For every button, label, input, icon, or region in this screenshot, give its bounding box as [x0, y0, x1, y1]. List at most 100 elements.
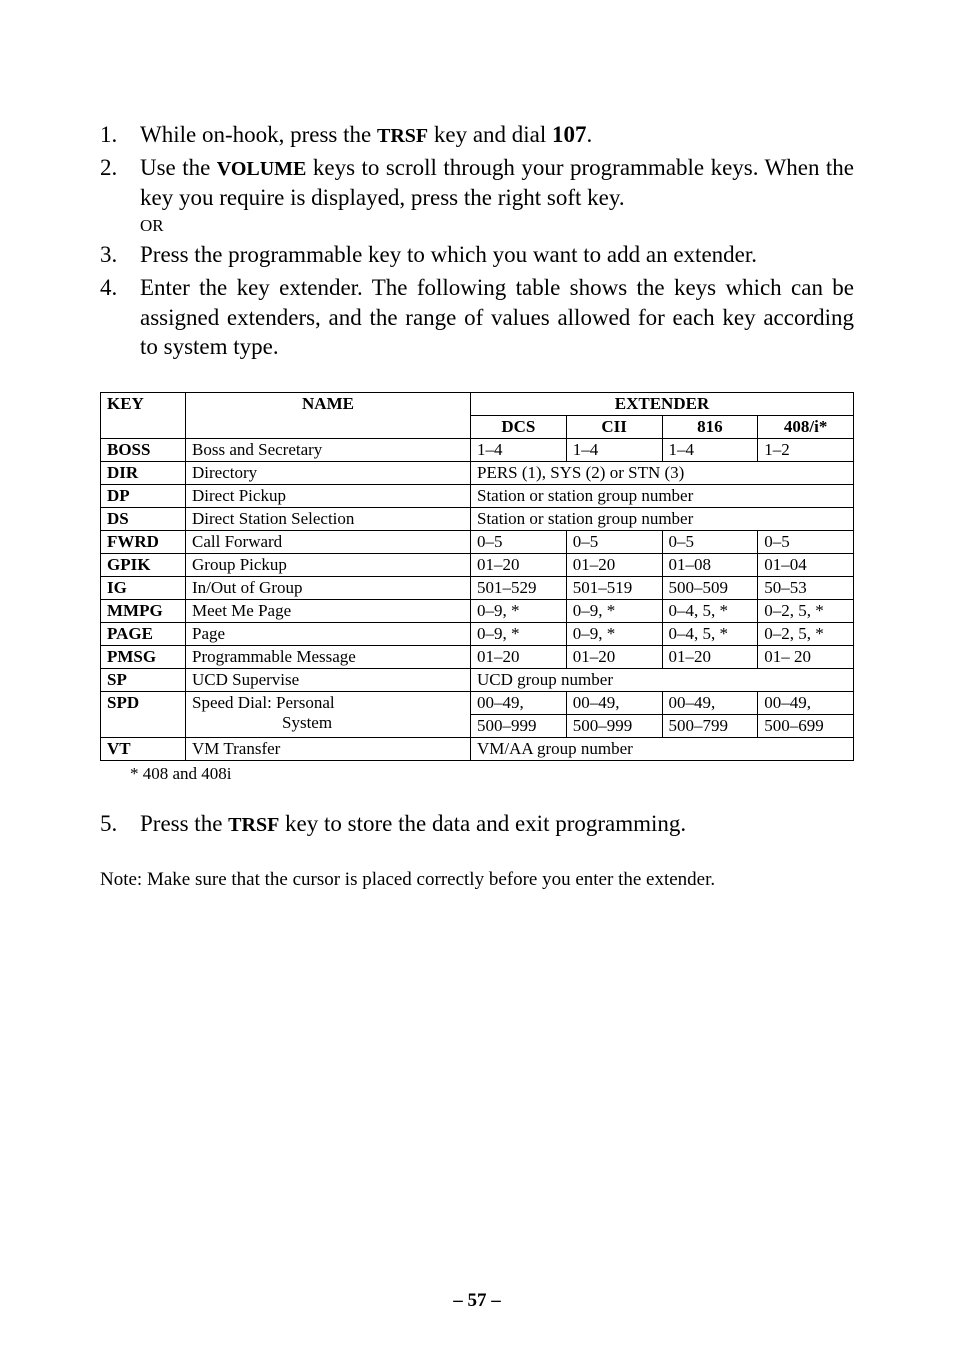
extender-cell: 0–5	[566, 531, 662, 554]
name-cell: Call Forward	[186, 531, 471, 554]
header-dcs: DCS	[471, 416, 567, 439]
header-key: KEY	[101, 393, 186, 439]
table-row: DSDirect Station SelectionStation or sta…	[101, 508, 854, 531]
table-row: GPIKGroup Pickup01–2001–2001–0801–04	[101, 554, 854, 577]
extender-cell: 01–20	[566, 554, 662, 577]
key-cell: DP	[101, 485, 186, 508]
name-cell: UCD Supervise	[186, 669, 471, 692]
table-row: MMPGMeet Me Page0–9, *0–9, *0–4, 5, *0–2…	[101, 600, 854, 623]
extender-cell: 01–04	[758, 554, 854, 577]
step-content: Press the TRSF key to store the data and…	[140, 809, 854, 839]
name-cell: In/Out of Group	[186, 577, 471, 600]
extender-cell: 0–4, 5, *	[662, 600, 758, 623]
table-row: BOSSBoss and Secretary1–41–41–41–2	[101, 439, 854, 462]
extender-cell: 0–2, 5, *	[758, 623, 854, 646]
key-cell: IG	[101, 577, 186, 600]
instructions-list: 1.While on-hook, press the TRSF key and …	[100, 120, 854, 362]
note-text: Note: Make sure that the cursor is place…	[100, 869, 854, 891]
key-cell: SPD	[101, 692, 186, 738]
extender-span-cell: Station or station group number	[471, 485, 854, 508]
header-extender: EXTENDER	[471, 393, 854, 416]
extender-cell: 500–509	[662, 577, 758, 600]
table-row: PAGEPage0–9, *0–9, *0–4, 5, *0–2, 5, *	[101, 623, 854, 646]
key-cell: BOSS	[101, 439, 186, 462]
key-cell: VT	[101, 738, 186, 761]
extender-span-cell: VM/AA group number	[471, 738, 854, 761]
name-cell: Boss and Secretary	[186, 439, 471, 462]
extender-span-cell: UCD group number	[471, 669, 854, 692]
step-number: 4.	[100, 273, 140, 363]
extender-table: KEY NAME EXTENDER DCS CII 816 408/i* BOS…	[100, 392, 854, 761]
extender-cell: 50–53	[758, 577, 854, 600]
name-cell: Speed Dial: PersonalSystem	[186, 692, 471, 738]
extender-cell: 0–5	[471, 531, 567, 554]
extender-cell: 501–529	[471, 577, 567, 600]
extender-cell: 00–49,	[566, 692, 662, 715]
extender-cell: 0–5	[662, 531, 758, 554]
step-content: Enter the key extender. The following ta…	[140, 273, 854, 363]
key-cell: GPIK	[101, 554, 186, 577]
extender-cell: 00–49,	[471, 692, 567, 715]
extender-cell: 00–49,	[662, 692, 758, 715]
step-content: Use the VOLUME keys to scroll through yo…	[140, 153, 854, 237]
extender-span-cell: Station or station group number	[471, 508, 854, 531]
extender-cell: 0–9, *	[471, 623, 567, 646]
extender-cell: 0–9, *	[471, 600, 567, 623]
extender-cell: 01–20	[471, 554, 567, 577]
extender-cell: 500–999	[471, 715, 567, 738]
name-cell: VM Transfer	[186, 738, 471, 761]
extender-cell: 1–4	[662, 439, 758, 462]
extender-cell: 1–4	[471, 439, 567, 462]
name-cell: Direct Pickup	[186, 485, 471, 508]
extender-cell: 0–9, *	[566, 623, 662, 646]
extender-cell: 500–799	[662, 715, 758, 738]
header-408: 408/i*	[758, 416, 854, 439]
table-row: VTVM TransferVM/AA group number	[101, 738, 854, 761]
step-content: Press the programmable key to which you …	[140, 240, 854, 270]
header-816: 816	[662, 416, 758, 439]
step-5-list: 5. Press the TRSF key to store the data …	[100, 809, 854, 839]
extender-cell: 1–4	[566, 439, 662, 462]
key-cell: DIR	[101, 462, 186, 485]
table-row: DIRDirectoryPERS (1), SYS (2) or STN (3)	[101, 462, 854, 485]
table-row: DPDirect PickupStation or station group …	[101, 485, 854, 508]
key-cell: MMPG	[101, 600, 186, 623]
extender-cell: 1–2	[758, 439, 854, 462]
key-cell: PMSG	[101, 646, 186, 669]
step-number: 2.	[100, 153, 140, 237]
table-row: PMSGProgrammable Message01–2001–2001–200…	[101, 646, 854, 669]
key-cell: PAGE	[101, 623, 186, 646]
step-content: While on-hook, press the TRSF key and di…	[140, 120, 854, 150]
extender-cell: 0–9, *	[566, 600, 662, 623]
footnote: * 408 and 408i	[130, 764, 854, 784]
extender-cell: 01–08	[662, 554, 758, 577]
extender-cell: 0–2, 5, *	[758, 600, 854, 623]
header-cii: CII	[566, 416, 662, 439]
name-cell: Group Pickup	[186, 554, 471, 577]
table-row: SPUCD SuperviseUCD group number	[101, 669, 854, 692]
step-number: 5.	[100, 809, 140, 839]
key-cell: SP	[101, 669, 186, 692]
table-row: IGIn/Out of Group501–529501–519500–50950…	[101, 577, 854, 600]
key-cell: DS	[101, 508, 186, 531]
extender-cell: 501–519	[566, 577, 662, 600]
extender-cell: 01–20	[471, 646, 567, 669]
name-cell: Page	[186, 623, 471, 646]
extender-cell: 500–699	[758, 715, 854, 738]
header-name: NAME	[186, 393, 471, 439]
name-cell: Programmable Message	[186, 646, 471, 669]
name-cell: Direct Station Selection	[186, 508, 471, 531]
extender-cell: 00–49,	[758, 692, 854, 715]
extender-span-cell: PERS (1), SYS (2) or STN (3)	[471, 462, 854, 485]
step-number: 1.	[100, 120, 140, 150]
table-row: SPDSpeed Dial: PersonalSystem00–49,00–49…	[101, 692, 854, 715]
extender-cell: 0–5	[758, 531, 854, 554]
step-number: 3.	[100, 240, 140, 270]
extender-cell: 0–4, 5, *	[662, 623, 758, 646]
name-cell: Meet Me Page	[186, 600, 471, 623]
extender-cell: 500–999	[566, 715, 662, 738]
extender-cell: 01–20	[662, 646, 758, 669]
table-row: FWRDCall Forward0–50–50–50–5	[101, 531, 854, 554]
extender-cell: 01– 20	[758, 646, 854, 669]
extender-cell: 01–20	[566, 646, 662, 669]
